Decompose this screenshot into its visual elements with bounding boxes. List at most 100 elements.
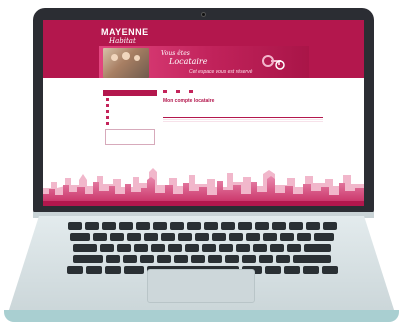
key <box>225 255 239 263</box>
family-photo <box>103 48 149 78</box>
key <box>297 233 311 241</box>
key <box>106 255 120 263</box>
sidebar-item[interactable] <box>103 120 157 126</box>
key <box>229 233 243 241</box>
key-row <box>56 244 348 252</box>
city-skyline-footer <box>43 158 364 206</box>
key <box>144 233 158 241</box>
key <box>101 222 116 230</box>
table-row <box>163 121 323 123</box>
key <box>271 222 286 230</box>
key <box>212 233 226 241</box>
transactions-table <box>163 116 323 123</box>
bullet-icon <box>106 115 109 119</box>
key <box>66 266 83 274</box>
content-toolbar <box>163 90 323 94</box>
keys-icon <box>262 55 285 70</box>
bullet-icon <box>106 109 109 113</box>
key <box>85 266 102 274</box>
key <box>127 233 141 241</box>
key <box>157 255 171 263</box>
key <box>314 233 334 241</box>
key <box>208 255 222 263</box>
key <box>270 244 284 252</box>
print-icon <box>163 90 167 93</box>
key <box>191 255 205 263</box>
key <box>140 255 154 263</box>
key <box>73 244 97 252</box>
key <box>242 255 256 263</box>
key <box>202 244 216 252</box>
key <box>123 266 144 274</box>
key <box>93 233 107 241</box>
laptop-front-edge <box>4 310 399 322</box>
key <box>264 266 281 274</box>
key <box>134 244 148 252</box>
key-row <box>56 233 348 241</box>
key <box>186 222 201 230</box>
key <box>322 222 337 230</box>
print-icon <box>189 90 193 93</box>
tagline-line-1: Vous êtes <box>161 50 190 57</box>
key <box>246 233 260 241</box>
key <box>195 233 209 241</box>
laptop-lid: MAYENNE Habitat Vous êtes Locataire Cet … <box>33 8 374 214</box>
key <box>220 222 235 230</box>
toolbar-item[interactable] <box>163 90 168 94</box>
touchpad <box>147 269 255 303</box>
key <box>161 233 175 241</box>
key <box>263 233 277 241</box>
envelope-icon <box>176 90 180 93</box>
key <box>253 244 267 252</box>
key <box>305 222 320 230</box>
key <box>100 244 114 252</box>
key <box>254 222 269 230</box>
key <box>321 266 338 274</box>
page-title: Mon compte locataire <box>163 98 215 104</box>
key-row <box>56 222 348 230</box>
key <box>304 244 331 252</box>
key <box>203 222 218 230</box>
key-row <box>56 255 348 263</box>
key <box>169 222 184 230</box>
key <box>302 266 319 274</box>
laptop-screen: MAYENNE Habitat Vous êtes Locataire Cet … <box>43 20 364 206</box>
site-logo-sub: Habitat <box>109 37 136 45</box>
key <box>168 244 182 252</box>
camera-icon <box>201 12 206 17</box>
key <box>117 244 131 252</box>
key <box>293 255 331 263</box>
key <box>280 233 294 241</box>
key <box>288 222 303 230</box>
sidebar-info-box <box>105 129 155 145</box>
key <box>259 255 273 263</box>
main-content: Mon compte locataire <box>163 90 323 123</box>
key <box>276 255 290 263</box>
key <box>185 244 199 252</box>
key <box>67 222 82 230</box>
tagline-line-3: Cet espace vous est réservé <box>189 69 253 75</box>
key <box>283 266 300 274</box>
key <box>110 233 124 241</box>
key <box>236 244 250 252</box>
site-logo[interactable]: MAYENNE <box>101 28 149 37</box>
key <box>287 244 301 252</box>
key <box>70 233 90 241</box>
sidebar <box>103 90 157 158</box>
toolbar-item[interactable] <box>189 90 194 94</box>
key <box>123 255 137 263</box>
key <box>73 255 103 263</box>
bullet-icon <box>106 103 109 107</box>
key <box>174 255 188 263</box>
key <box>84 222 99 230</box>
toolbar-item[interactable] <box>176 90 181 94</box>
key <box>152 222 167 230</box>
bullet-icon <box>106 121 109 125</box>
key <box>237 222 252 230</box>
tagline-line-2: Locataire <box>169 57 208 66</box>
key <box>104 266 121 274</box>
key <box>219 244 233 252</box>
key <box>135 222 150 230</box>
bullet-icon <box>106 97 109 101</box>
key <box>118 222 133 230</box>
